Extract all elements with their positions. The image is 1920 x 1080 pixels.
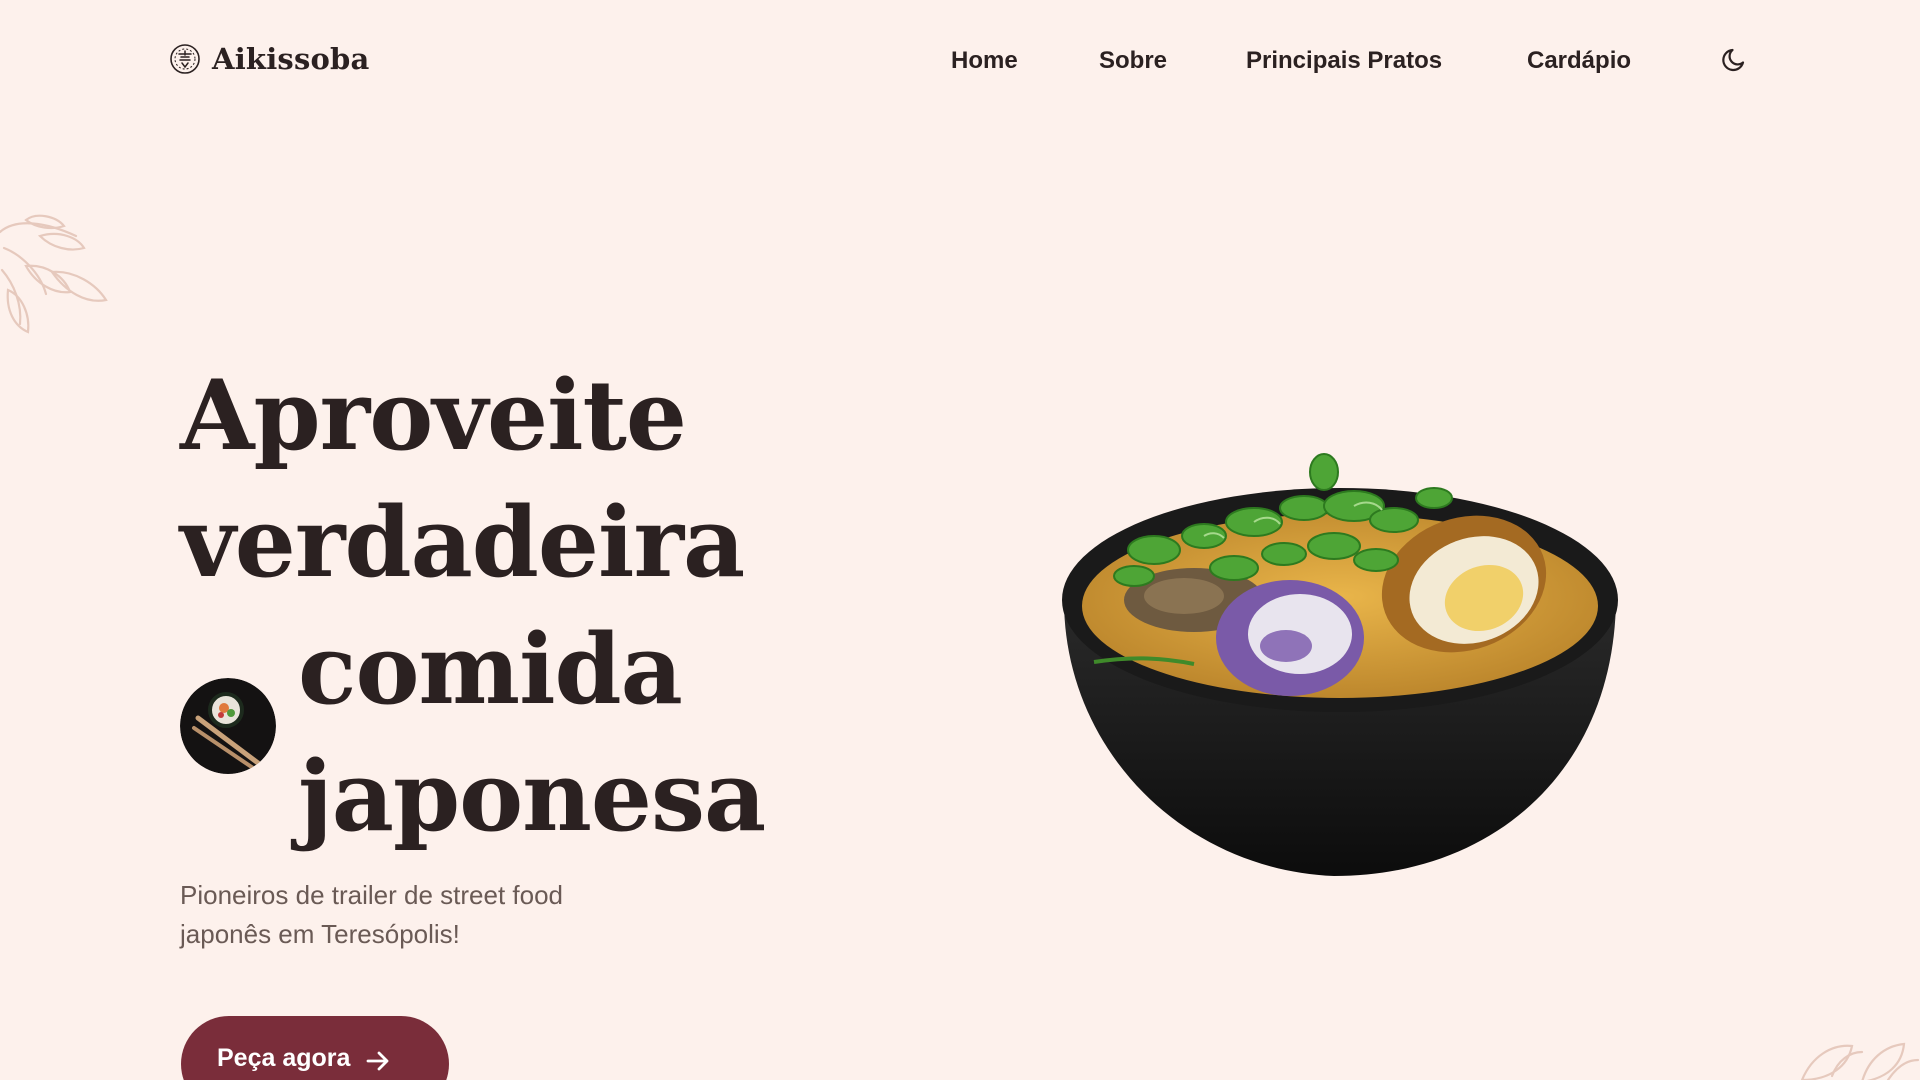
- landing-page: Aikissoba Home Sobre Principais Pratos C…: [0, 0, 1920, 1080]
- decorative-leaf-right: [1792, 1030, 1920, 1080]
- hero-title-line-1: Aproveite: [180, 359, 687, 472]
- hero-subtitle: Pioneiros de trailer de street food japo…: [180, 880, 563, 949]
- nav-link-sobre[interactable]: Sobre: [1099, 44, 1167, 78]
- order-now-label: Peça agora: [217, 1044, 351, 1072]
- arrow-right-icon: [364, 1047, 392, 1075]
- order-now-button[interactable]: Peça agora: [181, 1016, 449, 1080]
- decorative-leaf-left: [0, 214, 112, 334]
- sushi-chopsticks-image: [180, 678, 276, 774]
- moon-icon: [1720, 44, 1750, 79]
- hero-title-line-2: verdadeira: [180, 486, 745, 599]
- theme-toggle-button[interactable]: [1718, 44, 1752, 78]
- nav-link-home[interactable]: Home: [951, 44, 1018, 78]
- ramen-bowl-image: [1054, 450, 1628, 882]
- site-header: Aikissoba Home Sobre Principais Pratos C…: [0, 0, 1920, 122]
- hero-title: Aproveite verdadeira comida japonesa: [180, 352, 766, 860]
- main-nav: Home Sobre Principais Pratos Cardápio: [0, 44, 1920, 78]
- nav-link-principais-pratos[interactable]: Principais Pratos: [1246, 44, 1442, 78]
- nav-link-cardapio[interactable]: Cardápio: [1527, 44, 1631, 78]
